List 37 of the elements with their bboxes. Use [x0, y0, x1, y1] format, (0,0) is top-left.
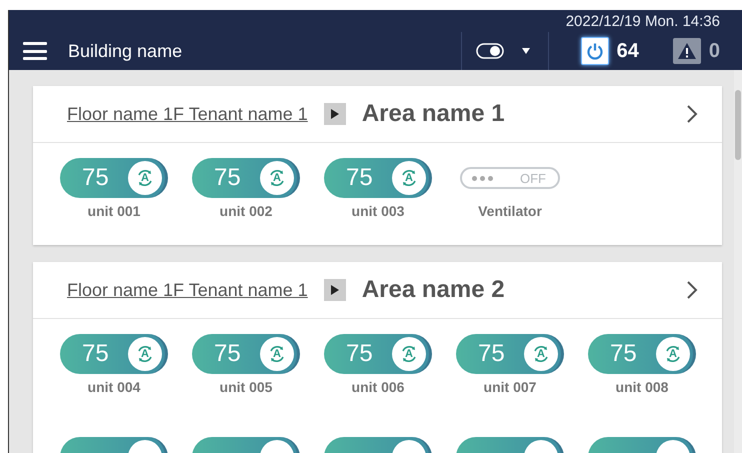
datetime-text: 2022/12/19 Mon. 14:36	[566, 13, 720, 30]
area-name: Area name 1	[362, 100, 506, 128]
unit-name: unit 006	[352, 379, 404, 395]
power-icon[interactable]	[580, 37, 609, 65]
unit-name: unit 005	[220, 379, 272, 395]
area-name: Area name 2	[362, 276, 506, 304]
unit-name: unit 008	[616, 379, 668, 395]
warning-icon[interactable]	[672, 38, 701, 64]
unit-button[interactable]: 75 A	[324, 334, 432, 374]
ventilator-switch[interactable]: OFF	[460, 167, 560, 189]
dots-icon	[472, 176, 493, 180]
floor-tenant-link[interactable]: Floor name 1F Tenant name 1	[67, 104, 308, 124]
unit-name: unit 007	[484, 379, 536, 395]
alarm-count: 0	[708, 40, 720, 62]
unit-button[interactable]: 75 A	[60, 334, 168, 374]
unit-button[interactable]: 75 A	[192, 334, 300, 374]
unit-button[interactable]: 75 A	[192, 158, 300, 198]
unit-name: unit 003	[352, 203, 404, 219]
unit-name: Ventilator	[478, 203, 542, 219]
power-count: 64	[616, 40, 639, 62]
chevron-right-icon[interactable]	[686, 104, 698, 124]
unit-name: unit 002	[220, 203, 272, 219]
menu-icon[interactable]	[23, 42, 47, 60]
unit-name: unit 004	[88, 379, 140, 395]
scrollbar-thumb[interactable]	[735, 90, 741, 160]
unit-button[interactable]: 75 A	[60, 158, 168, 198]
toggle-switch[interactable]	[476, 43, 504, 59]
unit-button[interactable]: 75 A	[456, 334, 564, 374]
play-icon[interactable]	[324, 279, 346, 301]
floor-tenant-link[interactable]: Floor name 1F Tenant name 1	[67, 280, 308, 300]
unit-name: unit 001	[88, 203, 140, 219]
unit-button[interactable]: 75 A	[588, 334, 696, 374]
building-name: Building name	[68, 40, 184, 62]
unit-button[interactable]: 75 A	[324, 158, 432, 198]
chevron-right-icon[interactable]	[686, 280, 698, 300]
dropdown-caret-icon[interactable]	[522, 48, 530, 54]
play-icon[interactable]	[324, 103, 346, 125]
